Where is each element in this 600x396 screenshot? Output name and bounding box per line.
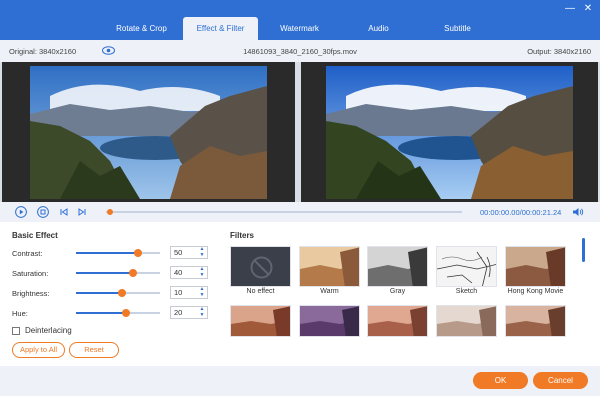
filter-tile-row2-4[interactable] xyxy=(436,305,497,337)
filters-scrollbar[interactable] xyxy=(582,238,585,262)
output-video-panel xyxy=(301,62,598,202)
filter-thumbnail xyxy=(506,306,565,336)
minimize-icon[interactable]: — xyxy=(564,3,576,15)
hue-stepper[interactable]: 20 ▲ ▼ xyxy=(170,306,208,319)
saturation-slider[interactable] xyxy=(76,269,160,277)
brightness-stepper[interactable]: 10 ▲ ▼ xyxy=(170,286,208,299)
output-resolution: Output: 3840x2160 xyxy=(527,47,591,56)
original-video-frame xyxy=(30,66,267,199)
filter-thumbnail xyxy=(368,306,427,336)
cancel-button[interactable]: Cancel xyxy=(533,372,588,389)
filter-tile-row2-1[interactable] xyxy=(230,305,291,337)
basic-effect-title: Basic Effect xyxy=(12,231,58,240)
filter-label-sketch: Sketch xyxy=(455,288,478,295)
close-icon[interactable]: ✕ xyxy=(582,3,594,15)
decrement-icon[interactable]: ▼ xyxy=(198,253,206,258)
apply-to-all-button[interactable]: Apply to All xyxy=(12,342,65,358)
filter-thumbnail xyxy=(231,306,290,336)
slider-fill xyxy=(76,312,126,314)
gray-thumbnail xyxy=(368,247,427,286)
filter-label-hong-kong-movie: Hong Kong Movie xyxy=(507,288,564,295)
hue-value[interactable]: 20 xyxy=(174,308,182,317)
filters-title: Filters xyxy=(230,231,255,240)
slider-fill xyxy=(76,292,123,294)
brightness-label: Brightness: xyxy=(12,289,50,298)
contrast-stepper[interactable]: 50 ▲ ▼ xyxy=(170,246,208,259)
player-controls: 00:00:00.00/00:00:21.24 xyxy=(0,202,600,222)
output-video-frame xyxy=(326,66,573,199)
filter-gray[interactable] xyxy=(367,246,428,287)
deinterlacing-label: Deinterlacing xyxy=(25,326,72,335)
volume-icon[interactable] xyxy=(572,207,584,217)
reset-button[interactable]: Reset xyxy=(69,342,119,358)
previous-frame-icon[interactable] xyxy=(58,206,70,218)
warm-thumbnail xyxy=(300,247,359,286)
sketch-thumbnail xyxy=(437,247,496,286)
tab-audio[interactable]: Audio xyxy=(341,17,416,40)
decrement-icon[interactable]: ▼ xyxy=(198,313,206,318)
progress-track[interactable] xyxy=(106,211,462,213)
progress-handle[interactable] xyxy=(106,209,113,215)
filter-tile-row2-5[interactable] xyxy=(505,305,566,337)
file-name: 14861093_3840_2160_30fps.mov xyxy=(243,47,357,56)
no-effect-icon xyxy=(250,256,273,279)
slider-handle[interactable] xyxy=(129,269,138,277)
decrement-icon[interactable]: ▼ xyxy=(198,273,206,278)
deinterlacing-checkbox[interactable] xyxy=(12,326,20,335)
tab-rotate-crop[interactable]: Rotate & Crop xyxy=(104,17,179,40)
stop-icon[interactable] xyxy=(37,206,49,218)
saturation-value[interactable]: 40 xyxy=(174,268,182,277)
filter-thumbnail xyxy=(300,306,359,336)
contrast-label: Contrast: xyxy=(12,249,43,258)
deinterlacing-option[interactable]: Deinterlacing xyxy=(12,326,72,335)
filter-sketch[interactable] xyxy=(436,246,497,287)
brightness-value[interactable]: 10 xyxy=(174,288,182,297)
contrast-value[interactable]: 50 xyxy=(174,248,182,257)
saturation-stepper[interactable]: 40 ▲ ▼ xyxy=(170,266,208,279)
filter-thumbnail xyxy=(437,306,496,336)
hue-label: Hue: xyxy=(12,309,28,318)
slider-handle[interactable] xyxy=(121,309,130,317)
brightness-slider[interactable] xyxy=(76,289,160,297)
tabs: Rotate & Crop Effect & Filter Watermark … xyxy=(104,17,495,40)
tab-bar: Rotate & Crop Effect & Filter Watermark … xyxy=(0,0,600,40)
filter-warm[interactable] xyxy=(299,246,360,287)
filter-no-effect[interactable] xyxy=(230,246,291,287)
time-display: 00:00:00.00/00:00:21.24 xyxy=(480,208,562,217)
next-frame-icon[interactable] xyxy=(76,206,88,218)
filter-label-gray: Gray xyxy=(389,288,406,295)
hue-slider[interactable] xyxy=(76,309,160,317)
slider-fill xyxy=(76,252,139,254)
video-preview-area xyxy=(0,62,600,202)
filter-label-no-effect: No effect xyxy=(246,288,275,295)
filter-label-warm: Warm xyxy=(320,288,339,295)
play-icon[interactable] xyxy=(15,206,27,218)
original-video-panel xyxy=(2,62,295,202)
preview-header: Original: 3840x2160 14861093_3840_2160_3… xyxy=(0,40,600,62)
slider-handle[interactable] xyxy=(134,249,143,257)
hong-kong-movie-thumbnail xyxy=(506,247,565,286)
tab-watermark[interactable]: Watermark xyxy=(262,17,337,40)
filter-tile-row2-2[interactable] xyxy=(299,305,360,337)
slider-handle[interactable] xyxy=(118,289,127,297)
tab-effect-filter[interactable]: Effect & Filter xyxy=(183,17,258,40)
filter-tile-row2-3[interactable] xyxy=(367,305,428,337)
contrast-slider[interactable] xyxy=(76,249,160,257)
decrement-icon[interactable]: ▼ xyxy=(198,293,206,298)
tab-subtitle[interactable]: Subtitle xyxy=(420,17,495,40)
slider-fill xyxy=(76,272,134,274)
footer: OK Cancel xyxy=(0,366,600,396)
ok-button[interactable]: OK xyxy=(473,372,528,389)
filter-hong-kong-movie[interactable] xyxy=(505,246,566,287)
saturation-label: Saturation: xyxy=(12,269,49,278)
